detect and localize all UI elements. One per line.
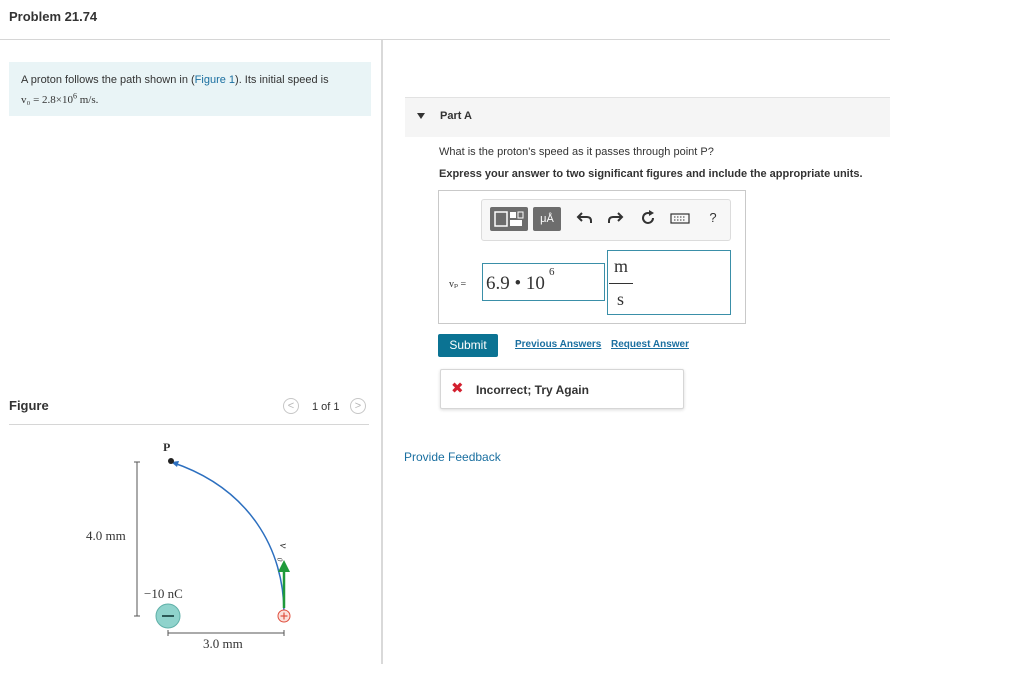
part-a-label[interactable]: Part A	[440, 110, 472, 122]
feedback-text: Incorrect; Try Again	[476, 383, 589, 397]
problem-prompt: A proton follows the path shown in (Figu…	[9, 62, 371, 116]
undo-icon[interactable]	[576, 209, 594, 227]
value-exponent: 6	[549, 266, 555, 278]
header-divider	[0, 39, 890, 40]
charge-label: −10 nC	[144, 586, 183, 601]
point-p-marker	[168, 458, 174, 464]
point-p-label: P	[163, 440, 170, 454]
templates-button[interactable]	[490, 207, 528, 231]
prev-figure-button[interactable]: <	[283, 398, 299, 414]
keyboard-icon[interactable]	[670, 209, 690, 227]
v0-units: m/s.	[77, 93, 99, 106]
submit-button[interactable]: Submit	[438, 334, 498, 357]
unit-fraction-line	[609, 283, 633, 284]
previous-answers-link[interactable]: Previous Answers	[515, 339, 601, 350]
prompt-text-before: A proton follows the path shown in (	[21, 74, 195, 86]
initial-speed-expression: v₀ = 2.8×106 m/s.	[21, 91, 99, 106]
value-text: 6.9 • 10	[486, 273, 545, 294]
reset-icon[interactable]	[639, 209, 657, 227]
panel-divider[interactable]	[381, 40, 383, 664]
figure-diagram: P v⃗₀ −10 nC 4.0 mm 3.0 mm	[86, 440, 291, 651]
provide-feedback-link[interactable]: Provide Feedback	[404, 450, 501, 464]
prompt-text-after: ). Its initial speed is	[235, 74, 329, 86]
width-label: 3.0 mm	[203, 636, 243, 651]
proton-path	[170, 461, 285, 614]
units-button[interactable]: μÅ	[533, 207, 561, 231]
part-a-question: What is the proton's speed as it passes …	[439, 146, 714, 158]
incorrect-x-icon: ✖	[451, 380, 464, 397]
figure-divider	[9, 424, 369, 425]
variable-label: vₚ =	[449, 279, 467, 290]
templates-icon	[494, 211, 524, 227]
v0-expression: v₀ = 2.8×10	[21, 93, 73, 106]
problem-title: Problem 21.74	[9, 9, 98, 24]
collapse-caret-icon[interactable]	[417, 113, 425, 119]
figure-link[interactable]: Figure 1	[195, 74, 235, 86]
height-label: 4.0 mm	[86, 528, 126, 543]
figure-pager-text: 1 of 1	[312, 401, 340, 413]
help-icon[interactable]: ?	[704, 209, 722, 227]
velocity-label: v⃗₀	[277, 543, 291, 562]
figure-label: Figure	[9, 398, 49, 413]
unit-numerator: m	[614, 256, 629, 276]
request-answer-link[interactable]: Request Answer	[611, 339, 689, 350]
unit-denominator: s	[617, 289, 625, 309]
next-figure-button[interactable]: >	[350, 398, 366, 414]
part-a-instructions: Express your answer to two significant f…	[439, 168, 863, 180]
redo-icon[interactable]	[606, 209, 624, 227]
part-a-header[interactable]	[405, 97, 890, 137]
